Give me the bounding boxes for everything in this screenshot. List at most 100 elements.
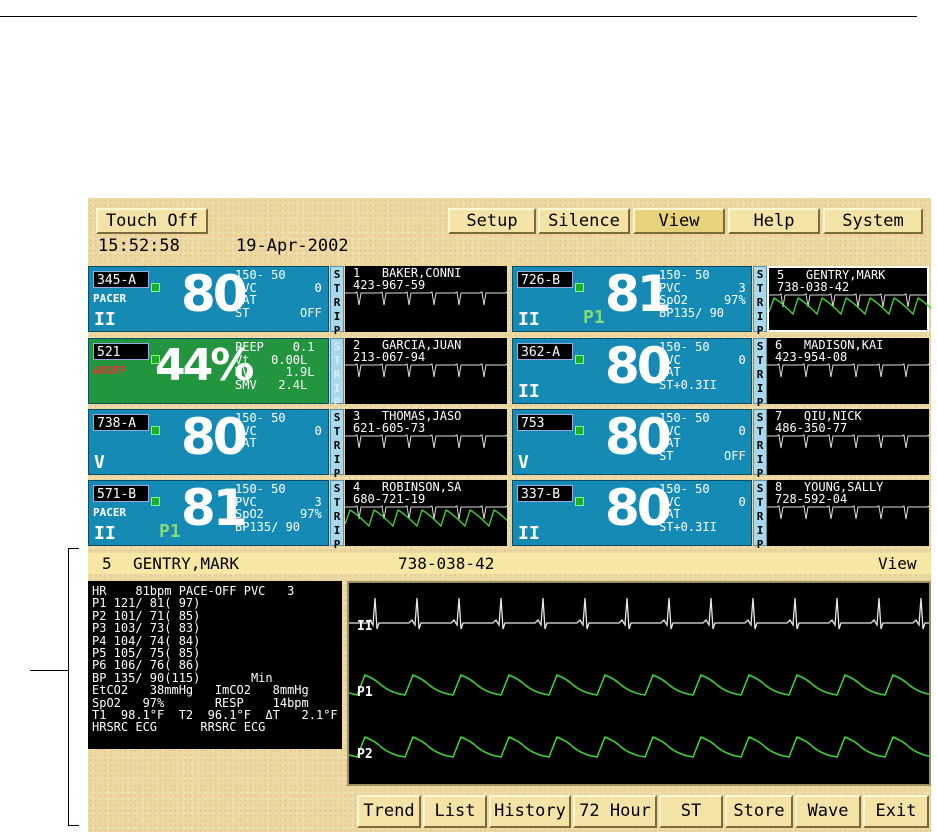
- strip-tab[interactable]: STRIP: [753, 338, 767, 409]
- view-button[interactable]: View: [633, 208, 725, 234]
- strip-tab[interactable]: STRIP: [753, 409, 767, 480]
- strip-letter: S: [756, 482, 764, 495]
- p1-pressure-trace: [348, 674, 934, 696]
- patient-name-id: 2 GARCIA,JUAN 213-067-94: [353, 339, 461, 363]
- patient-mini-wave[interactable]: 8 YOUNG,SALLY 728-592-04: [767, 480, 929, 546]
- alarm-indicator-icon: [575, 497, 584, 506]
- strip-letter: S: [333, 268, 341, 281]
- system-button[interactable]: System: [823, 208, 923, 234]
- patient-id: 680-721-19: [353, 492, 426, 506]
- wave-label-ii: II: [357, 619, 373, 634]
- strip-tab[interactable]: STRIP: [330, 480, 344, 551]
- strip-letter: T: [756, 425, 764, 438]
- strip-letter: I: [756, 524, 764, 537]
- silence-button[interactable]: Silence: [538, 208, 630, 234]
- strip-letter: T: [756, 282, 764, 295]
- parameter-line: BP135/ 90: [659, 305, 725, 320]
- wave-button[interactable]: Wave: [795, 795, 861, 828]
- waveform-svg: [348, 597, 937, 758]
- touch-off-button[interactable]: Touch Off: [96, 208, 208, 234]
- exit-button[interactable]: Exit: [863, 795, 929, 828]
- patient-mini-wave[interactable]: 7 QIU,NICK 486-350-77: [767, 409, 929, 475]
- setup-button[interactable]: Setup: [448, 208, 536, 234]
- strip-tab[interactable]: STRIP: [330, 266, 344, 337]
- patient-tile[interactable]: 337-B II 80 150- 50 PVC 0 BAT ST+0.3II: [512, 479, 752, 546]
- selected-patient-number: 5: [102, 554, 112, 573]
- strip-letter: R: [756, 296, 764, 309]
- trend-button[interactable]: Trend: [357, 795, 421, 828]
- strip-letter: P: [333, 324, 341, 337]
- strip-letter: I: [333, 382, 341, 395]
- strip-letter: I: [333, 310, 341, 323]
- strip-tab[interactable]: STRIP: [330, 338, 344, 409]
- parameter-line: BAT: [659, 365, 681, 379]
- strip-letter: P: [756, 467, 764, 480]
- patient-mini-wave[interactable]: 4 ROBINSON,SA 680-721-19: [345, 480, 507, 546]
- mini-ecg-trace: [345, 434, 507, 449]
- patient-mini-wave[interactable]: 1 BAKER,CONNI 423-967-59: [345, 266, 507, 332]
- status-tag: PACER: [93, 506, 127, 519]
- patient-tile[interactable]: 738-A V 80 150- 50 PVC 0 BAT: [88, 408, 329, 475]
- vitals-line: P3 103/ 73( 83): [92, 621, 201, 636]
- parameter-line: 150- 50: [235, 268, 286, 282]
- selected-patient-name: GENTRY,MARK: [133, 554, 239, 573]
- parameter-line: ST OFF: [659, 448, 746, 463]
- parameter-line: MV 1.9L: [235, 365, 315, 379]
- parameter-line: ST+0.3II: [659, 377, 717, 392]
- patient-name-id: 6 MADISON,KAI 423-954-08: [775, 339, 883, 363]
- patient-id: 213-067-94: [353, 350, 426, 364]
- patient-name-id: 7 QIU,NICK 486-350-77: [775, 410, 862, 434]
- list-button[interactable]: List: [423, 795, 487, 828]
- patient-tile[interactable]: 571-B PACER II 81 P1 150- 50 PVC 3 SpO2 97% BP13…: [88, 479, 329, 546]
- patient-tile[interactable]: 362-A II 80 150- 50 PVC 0 BAT ST+0.3II: [512, 337, 752, 404]
- vitals-panel: HR 81bpm PACE-OFF PVC 3 P1 121/ 81( 97) P2…: [88, 581, 342, 749]
- strip-letter: I: [756, 453, 764, 466]
- parameter-line: BAT: [659, 436, 681, 450]
- strip-letter: T: [756, 354, 764, 367]
- view-link[interactable]: View: [878, 553, 917, 574]
- strip-tab[interactable]: STRIP: [330, 409, 344, 480]
- strip-letter: R: [333, 368, 341, 381]
- selected-patient-id: 738-038-42: [398, 554, 495, 573]
- 72-hour-button[interactable]: 72 Hour: [573, 795, 657, 828]
- patient-tile[interactable]: 726-B II 81 P1 150- 50 PVC 3 SpO2 97% BP135/ 90: [512, 265, 752, 332]
- help-button[interactable]: Help: [728, 208, 820, 234]
- callout-bracket: [68, 548, 79, 826]
- waveform-panel: II P1 P2: [347, 581, 937, 786]
- st-button[interactable]: ST: [659, 795, 723, 828]
- strip-letter: T: [756, 496, 764, 509]
- parameter-line: ST+0.3II: [659, 519, 717, 534]
- alarm-indicator-icon: [575, 426, 584, 435]
- parameter-line: BAT: [235, 293, 257, 307]
- clock-date: 19-Apr-2002: [236, 236, 349, 256]
- strip-tab[interactable]: STRIP: [753, 266, 767, 337]
- alarm-indicator-icon: [151, 426, 160, 435]
- patient-mini-wave[interactable]: 2 GARCIA,JUAN 213-067-94: [345, 338, 507, 404]
- parameter-list: 150- 50 PVC 3 SpO2 97% BP135/ 90: [659, 269, 746, 320]
- strip-letter: R: [756, 439, 764, 452]
- parameter-line: 150- 50: [235, 482, 286, 496]
- strip-letter: R: [333, 296, 341, 309]
- strip-letter: R: [333, 510, 341, 523]
- strip-letter: R: [756, 368, 764, 381]
- patient-mini-wave[interactable]: 5 GENTRY,MARK 738-038-42: [767, 266, 931, 332]
- patient-mini-wave[interactable]: 6 MADISON,KAI 423-954-08: [767, 338, 929, 404]
- wave-label-p2: P2: [357, 747, 373, 762]
- bed-label: 726-B: [517, 271, 573, 288]
- strip-letter: T: [333, 425, 341, 438]
- patient-mini-wave[interactable]: 3 THOMAS,JASO 621-605-73: [345, 409, 507, 475]
- strip-letter: I: [333, 524, 341, 537]
- strip-letter: S: [333, 411, 341, 424]
- strip-tab[interactable]: STRIP: [753, 480, 767, 551]
- strip-letter: S: [333, 482, 341, 495]
- patient-id: 423-967-59: [353, 278, 426, 292]
- patient-tile[interactable]: 753 V 80 150- 50 PVC 0 BAT ST OFF: [512, 408, 752, 475]
- history-button[interactable]: History: [489, 795, 571, 828]
- alarm-indicator-icon: [575, 283, 584, 292]
- lead-label: II: [518, 309, 540, 330]
- p1-label: P1: [583, 307, 605, 328]
- bed-label: 521: [93, 343, 149, 360]
- patient-tile[interactable]: 345-A PACER II 80 150- 50 PVC 0 BAT ST OFF: [88, 265, 329, 332]
- store-button[interactable]: Store: [725, 795, 793, 828]
- patient-tile[interactable]: 521 AROFF 44% PEEP 0.1 Vt 0.00L MV 1.9L SMV 2.…: [88, 338, 329, 404]
